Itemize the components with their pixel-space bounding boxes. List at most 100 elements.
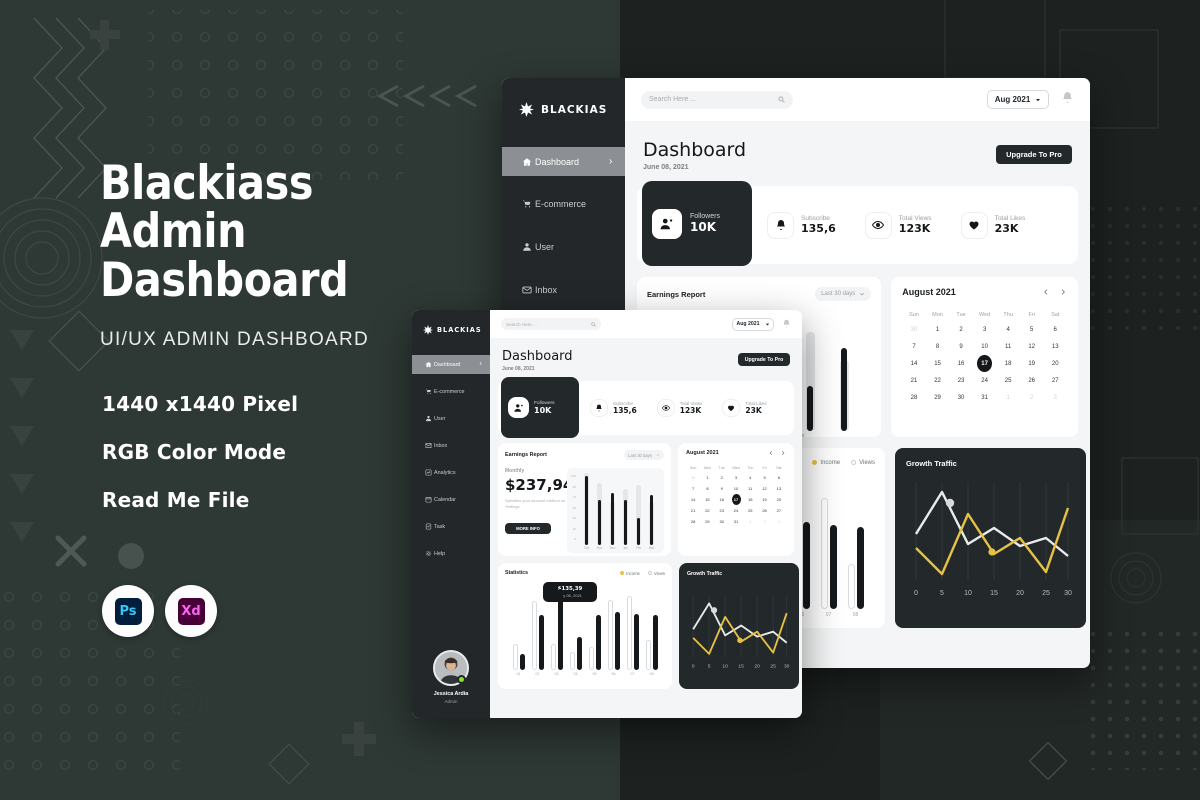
- calendar-day-selected[interactable]: 17: [977, 355, 993, 372]
- calendar-day[interactable]: 28: [902, 389, 926, 406]
- calendar-day[interactable]: 1: [700, 472, 714, 483]
- calendar-day[interactable]: 22: [926, 372, 950, 389]
- search-input[interactable]: Search Here ...: [641, 90, 793, 109]
- calendar-day[interactable]: 19: [757, 494, 771, 505]
- calendar-day[interactable]: 29: [700, 516, 714, 527]
- calendar-day[interactable]: 30: [715, 516, 729, 527]
- calendar-day[interactable]: 2: [757, 516, 771, 527]
- calendar-day[interactable]: 24: [973, 372, 997, 389]
- sidebar-item-user[interactable]: User: [502, 232, 625, 262]
- date-filter-dropdown-front[interactable]: Aug 2021: [732, 317, 774, 331]
- stat-card-subscribe[interactable]: Subscribe 135,6: [590, 399, 637, 417]
- upgrade-to-pro-button[interactable]: Upgrade To Pro: [996, 145, 1072, 164]
- calendar-day[interactable]: 1: [996, 389, 1020, 406]
- stat-card-followers[interactable]: Followers 10K: [642, 181, 752, 266]
- stat-card-total-likes[interactable]: Total Likes 23K: [722, 399, 767, 417]
- calendar-day[interactable]: 15: [926, 355, 950, 372]
- calendar-day[interactable]: 31: [973, 389, 997, 406]
- earnings-filter-dropdown[interactable]: Last 30 days: [815, 287, 872, 301]
- sidebar-item-help[interactable]: Help: [412, 544, 490, 563]
- calendar-day[interactable]: 11: [996, 338, 1020, 355]
- calendar-day[interactable]: 7: [902, 338, 926, 355]
- search-input-front[interactable]: Search Here ...: [501, 318, 601, 330]
- sidebar-item-analytics[interactable]: Analytics: [412, 463, 490, 482]
- calendar-day[interactable]: 9: [949, 338, 973, 355]
- calendar-day[interactable]: 21: [902, 372, 926, 389]
- calendar-day[interactable]: 4: [996, 321, 1020, 338]
- calendar-day[interactable]: 30: [686, 472, 700, 483]
- sidebar-item-e-commerce[interactable]: E-commerce: [502, 189, 625, 219]
- calendar-day[interactable]: 5: [757, 472, 771, 483]
- sidebar-item-dashboard[interactable]: Dashboard: [412, 355, 490, 374]
- calendar-day[interactable]: 16: [949, 355, 973, 372]
- calendar-day[interactable]: 1: [926, 321, 950, 338]
- more-info-button[interactable]: MORE INFO: [505, 523, 551, 534]
- calendar-day[interactable]: 3: [772, 516, 786, 527]
- sidebar-item-dashboard[interactable]: Dashboard: [502, 147, 625, 176]
- calendar-day[interactable]: 2: [949, 321, 973, 338]
- calendar-day[interactable]: 23: [949, 372, 973, 389]
- chevron-left-icon[interactable]: [768, 450, 774, 456]
- calendar-day[interactable]: 13: [772, 483, 786, 494]
- earnings-filter-dropdown[interactable]: Last 30 days: [624, 450, 665, 460]
- sidebar-item-task[interactable]: Task: [412, 517, 490, 536]
- calendar-day[interactable]: 13: [1043, 338, 1067, 355]
- sidebar-item-calendar[interactable]: Calendar: [412, 490, 490, 509]
- chevron-right-icon[interactable]: [780, 450, 786, 456]
- calendar-day[interactable]: 26: [1020, 372, 1044, 389]
- calendar-day[interactable]: 23: [715, 505, 729, 516]
- calendar-day[interactable]: 14: [902, 355, 926, 372]
- calendar-day[interactable]: 3: [973, 321, 997, 338]
- calendar-day[interactable]: 16: [715, 494, 729, 505]
- calendar-day[interactable]: 8: [700, 483, 714, 494]
- date-filter-dropdown[interactable]: Aug 2021: [987, 90, 1049, 109]
- calendar-day[interactable]: 4: [743, 472, 757, 483]
- calendar-day[interactable]: 10: [729, 483, 743, 494]
- calendar-day[interactable]: 20: [1043, 355, 1067, 372]
- calendar-day[interactable]: 1: [743, 516, 757, 527]
- sidebar-item-inbox[interactable]: Inbox: [412, 436, 490, 455]
- calendar-day[interactable]: 2: [715, 472, 729, 483]
- sidebar-item-user[interactable]: User: [412, 409, 490, 428]
- calendar-day[interactable]: 6: [772, 472, 786, 483]
- stat-card-subscribe[interactable]: Subscribe 135,6: [767, 211, 836, 239]
- stat-card-total-likes[interactable]: Total Likes 23K: [960, 211, 1025, 239]
- calendar-day[interactable]: 6: [1043, 321, 1067, 338]
- calendar-day[interactable]: 14: [686, 494, 700, 505]
- calendar-day[interactable]: 12: [1020, 338, 1044, 355]
- calendar-day[interactable]: 10: [973, 338, 997, 355]
- calendar-day[interactable]: 7: [686, 483, 700, 494]
- calendar-day[interactable]: 18: [743, 494, 757, 505]
- sidebar-profile[interactable]: Jessica Ardia Admin: [412, 650, 490, 704]
- chevron-left-icon[interactable]: [1042, 288, 1050, 296]
- stat-card-followers[interactable]: Followers 10K: [501, 377, 579, 438]
- calendar-day[interactable]: 3: [729, 472, 743, 483]
- calendar-day[interactable]: 5: [1020, 321, 1044, 338]
- sidebar-item-e-commerce[interactable]: E-commerce: [412, 382, 490, 401]
- notification-bell-icon[interactable]: [782, 315, 791, 333]
- calendar-day[interactable]: 20: [772, 494, 786, 505]
- calendar-day[interactable]: 3: [1043, 389, 1067, 406]
- calendar-day-selected[interactable]: 17: [731, 494, 741, 505]
- calendar-day[interactable]: 31: [729, 516, 743, 527]
- calendar-day[interactable]: 30: [949, 389, 973, 406]
- calendar-day[interactable]: 19: [1020, 355, 1044, 372]
- upgrade-to-pro-button[interactable]: Upgrade To Pro: [738, 353, 790, 366]
- calendar-day[interactable]: 27: [772, 505, 786, 516]
- stat-card-total-views[interactable]: Total Views 123K: [656, 399, 702, 417]
- calendar-day[interactable]: 15: [700, 494, 714, 505]
- calendar-day[interactable]: 25: [743, 505, 757, 516]
- calendar-day[interactable]: 11: [743, 483, 757, 494]
- calendar-day[interactable]: 26: [757, 505, 771, 516]
- sidebar-item-inbox[interactable]: Inbox: [502, 275, 625, 305]
- stat-card-total-views[interactable]: Total Views 123K: [864, 211, 932, 239]
- calendar-day[interactable]: 18: [996, 355, 1020, 372]
- calendar-day[interactable]: 27: [1043, 372, 1067, 389]
- calendar-day[interactable]: 22: [700, 505, 714, 516]
- calendar-day[interactable]: 24: [729, 505, 743, 516]
- calendar-day[interactable]: 25: [996, 372, 1020, 389]
- calendar-day[interactable]: 29: [926, 389, 950, 406]
- calendar-day[interactable]: 12: [757, 483, 771, 494]
- calendar-day[interactable]: 28: [686, 516, 700, 527]
- calendar-day[interactable]: 9: [715, 483, 729, 494]
